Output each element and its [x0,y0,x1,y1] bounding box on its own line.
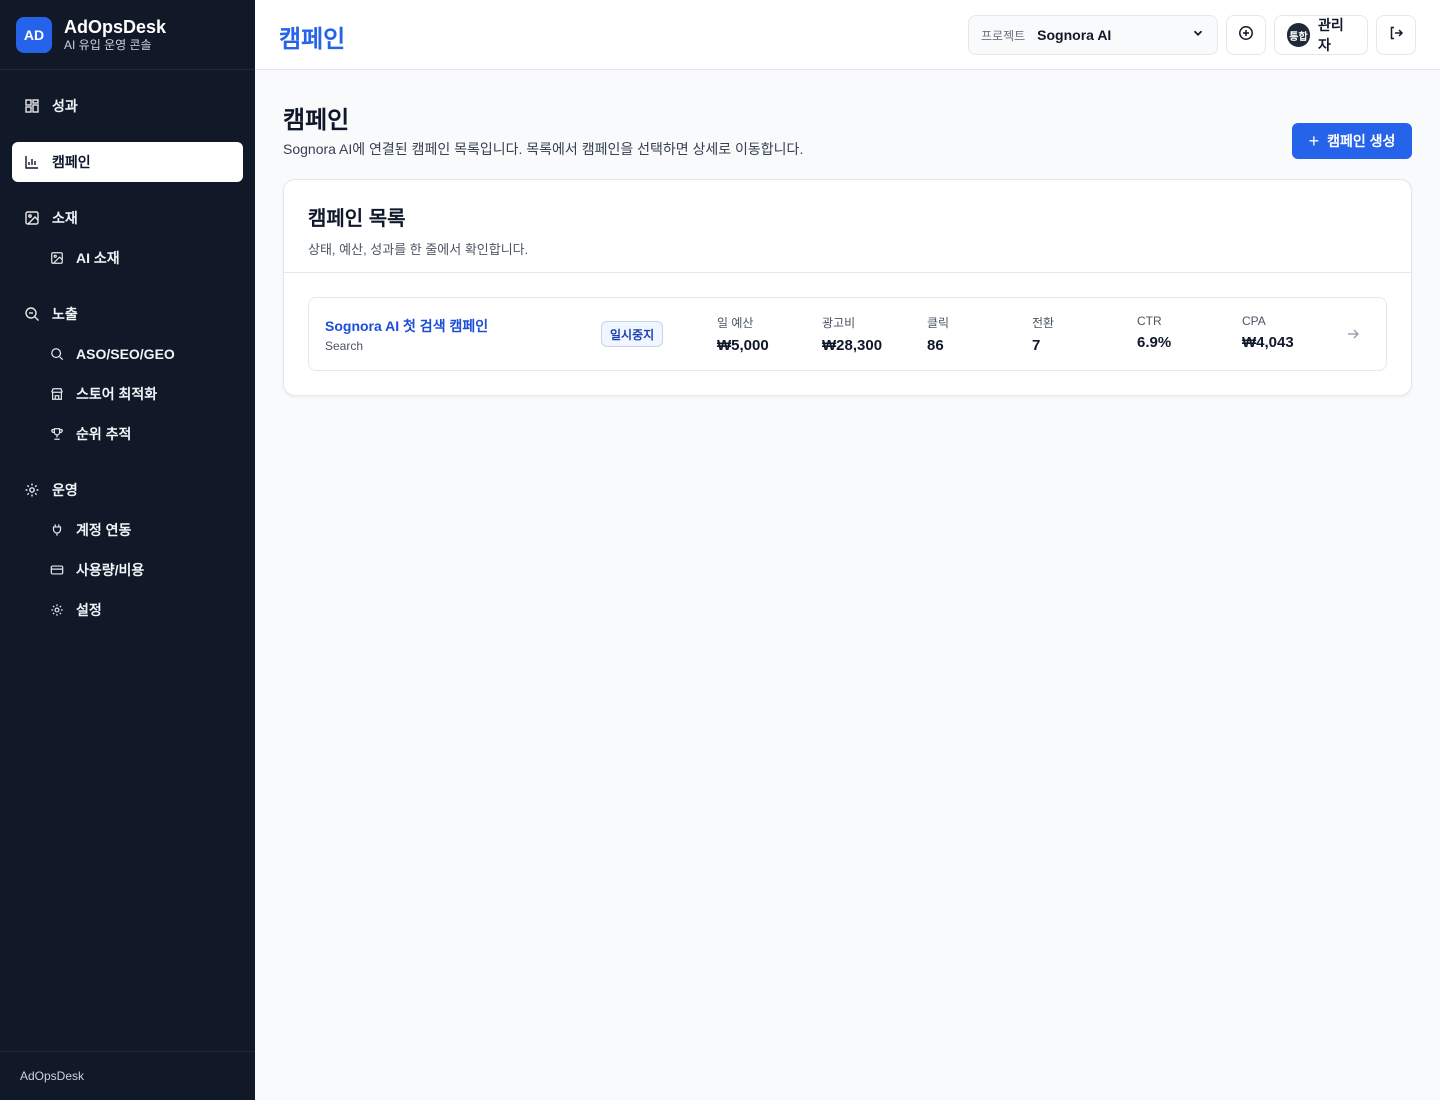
sidebar-item-label: ASO/SEO/GEO [76,346,175,362]
metric-ctr: CTR 6.9% [1137,314,1171,351]
sidebar-item-label: 노출 [52,306,78,322]
metric-value: 7 [1032,337,1041,354]
metric-label: CTR [1137,314,1162,328]
page-title: 캠페인 [283,107,350,134]
campaign-name[interactable]: Sognora AI 첫 검색 캠페인 [325,316,488,336]
sidebar-item-label: 성과 [52,98,78,114]
sidebar-item-label: 스토어 최적화 [76,386,158,402]
top-header: 캠페인 프로젝트 Sognora AI 통합 관리자 [255,0,1440,70]
store-icon [50,387,64,401]
user-menu-button[interactable]: 통합 관리자 [1274,15,1368,55]
sidebar-item-label: 운영 [52,482,78,498]
sidebar-item-account-link[interactable]: 계정 연동 [12,510,243,550]
card-subtitle: 상태, 예산, 성과를 한 줄에서 확인합니다. [308,242,529,257]
sidebar-nav: 성과 캠페인 소재 AI 소재 노출 ASO/SEO/GEO 스토어 최적화 순… [0,70,255,630]
create-campaign-label: 캠페인 생성 [1327,133,1396,149]
metric-daily-budget: 일 예산 ₩5,000 [717,314,769,354]
create-campaign-button[interactable]: + 캠페인 생성 [1292,123,1412,159]
campaign-row[interactable]: Sognora AI 첫 검색 캠페인 Search 일시중지 일 예산 ₩5,… [308,297,1387,371]
status-badge: 일시중지 [601,321,664,347]
logout-button[interactable] [1376,15,1416,55]
sidebar-item-label: 소재 [52,210,78,226]
sidebar-item-creatives[interactable]: 소재 [12,198,243,238]
card-title: 캠페인 목록 [308,208,406,230]
sidebar-item-performance[interactable]: 성과 [12,86,243,126]
sidebar-item-exposure[interactable]: 노출 [12,294,243,334]
project-label: 프로젝트 [981,28,1026,43]
arrow-right-icon[interactable] [1345,326,1361,342]
chevron-down-icon [1191,26,1205,45]
campaign-type: Search [325,339,364,353]
sidebar-item-settings[interactable]: 설정 [12,590,243,630]
user-name: 관리자 [1317,17,1344,53]
bar-chart-icon [24,154,40,170]
metric-cpa: CPA ₩4,043 [1242,314,1294,351]
add-button[interactable] [1226,15,1266,55]
campaign-list-card: 캠페인 목록 상태, 예산, 성과를 한 줄에서 확인합니다. Sognora … [283,179,1412,396]
sidebar-footer: AdOpsDesk [0,1051,255,1100]
metric-conversions: 전환 7 [1032,314,1054,354]
logout-icon [1388,25,1404,46]
sidebar-item-label: 설정 [76,602,102,618]
sidebar: AD AdOpsDesk AI 유입 운영 콘솔 성과 캠페인 소재 AI 소재… [0,0,255,1100]
card-icon [50,563,64,577]
sidebar-item-label: AI 소재 [76,250,120,266]
sidebar-item-usage-cost[interactable]: 사용량/비용 [12,550,243,590]
search-icon [50,347,64,361]
page-description: Sognora AI에 연결된 캠페인 목록입니다. 목록에서 캠페인을 선택하… [283,141,804,157]
gear-icon [50,603,64,617]
header-title: 캠페인 [279,26,346,53]
image-icon [50,251,64,265]
card-header: 캠페인 목록 상태, 예산, 성과를 한 줄에서 확인합니다. [284,180,1411,273]
grid-icon [24,98,40,114]
project-select[interactable]: 프로젝트 Sognora AI [968,15,1218,55]
metric-value: ₩5,000 [717,337,769,354]
sidebar-item-label: 계정 연동 [76,522,132,538]
sidebar-item-label: 캠페인 [52,154,91,170]
plus-circle-icon [1238,25,1254,46]
brand[interactable]: AD AdOpsDesk AI 유입 운영 콘솔 [0,0,255,70]
trophy-icon [50,427,64,441]
metric-value: 6.9% [1137,334,1172,351]
sidebar-item-label: 사용량/비용 [76,562,145,578]
sidebar-item-store-optimization[interactable]: 스토어 최적화 [12,374,243,414]
sidebar-item-ai-creatives[interactable]: AI 소재 [12,238,243,278]
image-icon [24,210,40,226]
plug-icon [50,523,64,537]
metric-label: 전환 [1032,316,1055,330]
brand-subtitle: AI 유입 운영 콘솔 [64,37,152,52]
metric-clicks: 클릭 86 [927,314,949,354]
metric-value: ₩28,300 [822,337,883,354]
metric-value: ₩4,043 [1242,334,1294,351]
metric-label: 일 예산 [717,316,754,330]
sidebar-item-campaigns[interactable]: 캠페인 [12,142,243,182]
metric-label: 클릭 [927,316,950,330]
avatar: 통합 [1287,23,1310,47]
metric-label: 광고비 [822,316,856,330]
brand-text: AdOpsDesk AI 유입 운영 콘솔 [64,17,166,53]
sidebar-item-aso-seo-geo[interactable]: ASO/SEO/GEO [12,334,243,374]
sidebar-item-rank-tracking[interactable]: 순위 추적 [12,414,243,454]
metric-ad-spend: 광고비 ₩28,300 [822,314,882,354]
brand-name: AdOpsDesk [64,16,167,37]
gear-icon [24,482,40,498]
search-zoom-icon [24,306,40,322]
sidebar-item-label: 순위 추적 [76,426,132,442]
brand-logo: AD [16,16,52,53]
plus-icon: + [1308,130,1320,151]
metric-label: CPA [1242,314,1266,328]
project-value: Sognora AI [1037,27,1112,43]
metric-value: 86 [927,337,944,354]
sidebar-item-operations[interactable]: 운영 [12,470,243,510]
